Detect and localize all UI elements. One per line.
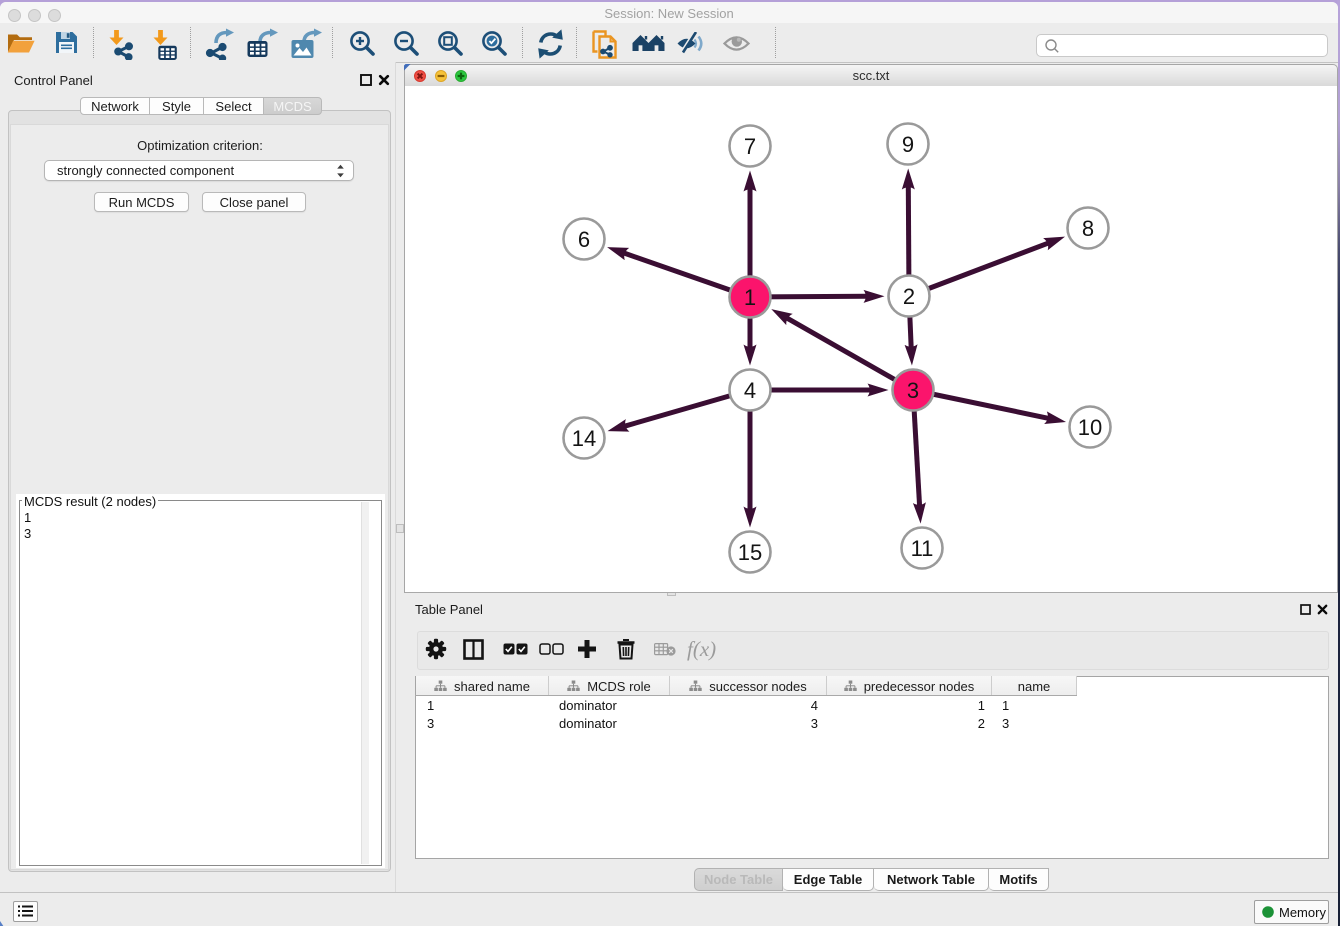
svg-text:7: 7	[744, 134, 756, 159]
svg-text:8: 8	[1082, 216, 1094, 241]
svg-text:15: 15	[738, 540, 762, 565]
svg-text:4: 4	[744, 378, 756, 403]
svg-text:3: 3	[907, 378, 919, 403]
svg-text:2: 2	[903, 284, 915, 309]
svg-text:10: 10	[1078, 415, 1102, 440]
svg-text:9: 9	[902, 132, 914, 157]
svg-text:14: 14	[572, 426, 596, 451]
svg-text:6: 6	[578, 227, 590, 252]
svg-text:1: 1	[744, 285, 756, 310]
svg-text:11: 11	[911, 536, 934, 561]
